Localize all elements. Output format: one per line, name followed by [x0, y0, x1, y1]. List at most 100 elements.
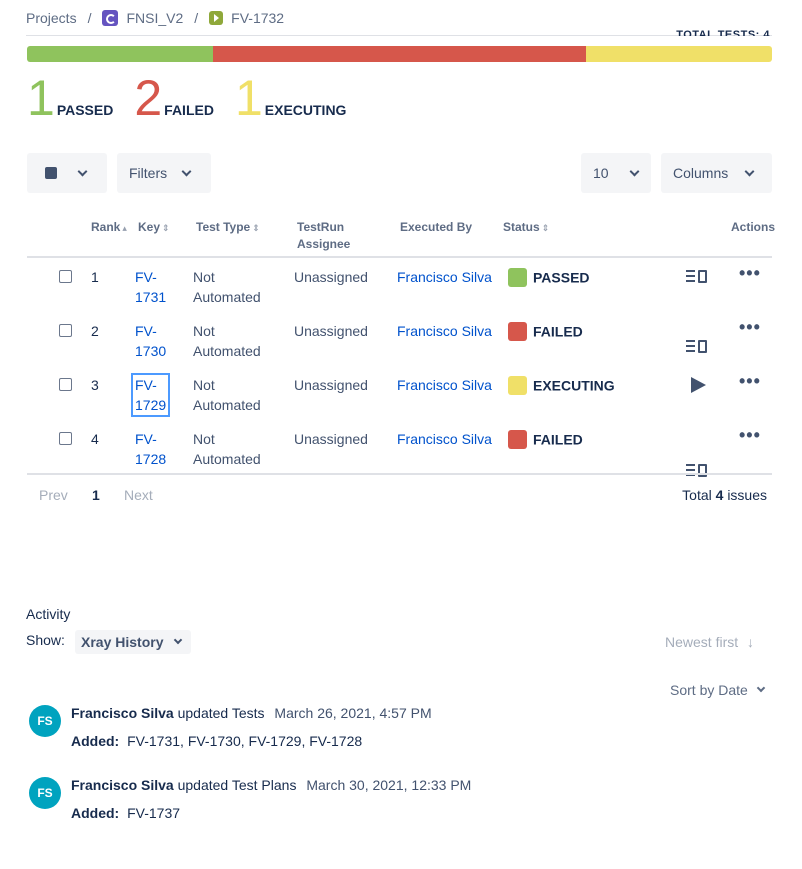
row-test-type: Not Automated: [193, 267, 261, 307]
project-icon: [102, 10, 119, 26]
breadcrumb-project-link[interactable]: FNSI_V2: [126, 10, 183, 26]
activity-user[interactable]: Francisco Silva: [71, 705, 174, 721]
header-assignee-line2: Assignee: [297, 237, 351, 251]
chevron-down-icon: [629, 166, 640, 176]
stat-failed[interactable]: 2 FAILED: [134, 70, 214, 126]
header-test-type[interactable]: Test Type ⇕: [196, 219, 260, 237]
row-executed-by-link[interactable]: Francisco Silva: [397, 321, 492, 341]
filters-button[interactable]: Filters: [117, 153, 211, 193]
progress-passed-segment: [27, 46, 214, 62]
sort-asc-icon: ▴: [122, 223, 127, 233]
header-key[interactable]: Key ⇕: [138, 219, 170, 237]
row-test-type-line2: Automated: [193, 343, 261, 359]
activity-filter-value: Xray History: [81, 634, 164, 650]
activity-added-value: FV-1731, FV-1730, FV-1729, FV-1728: [127, 733, 363, 749]
more-actions-icon[interactable]: •••: [739, 317, 761, 337]
breadcrumb-issue-link[interactable]: FV-1732: [231, 10, 284, 26]
avatar[interactable]: FS: [29, 777, 61, 809]
breadcrumb-separator: /: [87, 10, 92, 26]
sort-by-date-dropdown[interactable]: Sort by Date: [670, 682, 766, 698]
row-executed-by-link[interactable]: Francisco Silva: [397, 267, 492, 287]
header-rank-label: Rank: [91, 220, 121, 234]
activity-added-value: FV-1737: [127, 805, 181, 821]
select-square-icon: [45, 167, 57, 179]
page-size-select[interactable]: 10: [581, 153, 651, 193]
row-checkbox[interactable]: [59, 324, 72, 337]
stat-executing-label: EXECUTING: [264, 102, 347, 118]
header-testrun-assignee: TestRun Assignee: [297, 219, 350, 253]
columns-button[interactable]: Columns: [661, 153, 772, 193]
execution-details-icon[interactable]: [686, 269, 708, 285]
row-key-line2: 1729: [135, 397, 167, 413]
row-test-type-line1: Not: [193, 377, 215, 393]
chevron-down-icon: [744, 166, 755, 176]
row-test-type-line1: Not: [193, 323, 215, 339]
pager-next[interactable]: Next: [124, 487, 153, 503]
row-key-line2: 1731: [135, 289, 167, 305]
pager-current-page[interactable]: 1: [92, 487, 100, 503]
row-test-type-line1: Not: [193, 431, 215, 447]
row-executed-by-link[interactable]: Francisco Silva: [397, 429, 492, 449]
row-test-type-line2: Automated: [193, 451, 261, 467]
activity-added-label: Added:: [71, 733, 120, 749]
progress-executing-segment: [585, 46, 772, 62]
row-test-type-line2: Automated: [193, 289, 261, 305]
more-actions-icon[interactable]: •••: [739, 371, 761, 391]
play-icon[interactable]: [691, 377, 706, 393]
more-actions-icon[interactable]: •••: [739, 263, 761, 283]
status-badge: PASSED: [508, 266, 590, 287]
row-checkbox[interactable]: [59, 432, 72, 445]
breadcrumb-projects-link[interactable]: Projects: [26, 10, 77, 26]
header-status[interactable]: Status ⇕: [503, 219, 549, 237]
row-rank: 3: [91, 377, 99, 393]
row-rank: 1: [91, 269, 99, 285]
row-key-link[interactable]: FV- 1730: [135, 321, 166, 361]
row-checkbox[interactable]: [59, 378, 72, 391]
progress-failed-segment: [213, 46, 586, 62]
row-key-link[interactable]: FV- 1729: [131, 373, 171, 417]
row-key-line1: FV-: [135, 431, 157, 447]
status-label: FAILED: [533, 431, 583, 448]
row-key-line2: 1728: [135, 451, 167, 467]
breadcrumb: Projects / FNSI_V2 / FV-1732: [26, 10, 284, 26]
execution-details-icon[interactable]: [686, 339, 708, 355]
row-test-type-line2: Automated: [193, 397, 261, 413]
total-issues-prefix: Total: [682, 487, 712, 503]
newest-first-button[interactable]: Newest first ↓: [665, 634, 754, 650]
avatar[interactable]: FS: [29, 705, 61, 737]
row-test-type-line1: Not: [193, 269, 215, 285]
row-key-line1: FV-: [135, 323, 157, 339]
row-assignee: Unassigned: [294, 377, 368, 393]
columns-label: Columns: [673, 165, 729, 181]
select-all-dropdown[interactable]: [27, 153, 107, 193]
total-tests-label: TOTAL TESTS: 4: [676, 29, 770, 36]
status-label: FAILED: [533, 323, 583, 340]
row-key-line2: 1730: [135, 343, 167, 359]
more-actions-icon[interactable]: •••: [739, 425, 761, 445]
header-key-label: Key: [138, 220, 161, 234]
header-status-label: Status: [503, 220, 540, 234]
row-assignee: Unassigned: [294, 323, 368, 339]
pager-prev[interactable]: Prev: [39, 487, 68, 503]
stat-failed-count: 2: [134, 70, 163, 126]
test-execution-icon: [209, 11, 224, 25]
newest-first-label: Newest first: [665, 634, 739, 650]
row-key-line1: FV-: [135, 377, 157, 393]
execution-details-icon[interactable]: [686, 463, 708, 479]
row-key-link[interactable]: FV- 1728: [135, 429, 166, 469]
header-test-type-label: Test Type: [196, 220, 251, 234]
stat-passed-label: PASSED: [56, 102, 114, 118]
activity-filter-dropdown[interactable]: Xray History: [75, 630, 192, 654]
row-key-link[interactable]: FV- 1731: [135, 267, 166, 307]
row-checkbox[interactable]: [59, 270, 72, 283]
activity-user[interactable]: Francisco Silva: [71, 777, 174, 793]
stat-passed[interactable]: 1 PASSED: [27, 73, 114, 123]
row-key-line1: FV-: [135, 269, 157, 285]
table-bottom-divider: [27, 473, 772, 475]
stat-executing[interactable]: 1 EXECUTING: [235, 73, 347, 123]
row-executed-by-link[interactable]: Francisco Silva: [397, 375, 492, 395]
header-rank[interactable]: Rank ▴: [91, 219, 127, 237]
activity-action: updated Test Plans: [177, 777, 297, 793]
activity-date: March 30, 2021, 12:33 PM: [306, 777, 472, 793]
status-label: PASSED: [533, 269, 590, 286]
